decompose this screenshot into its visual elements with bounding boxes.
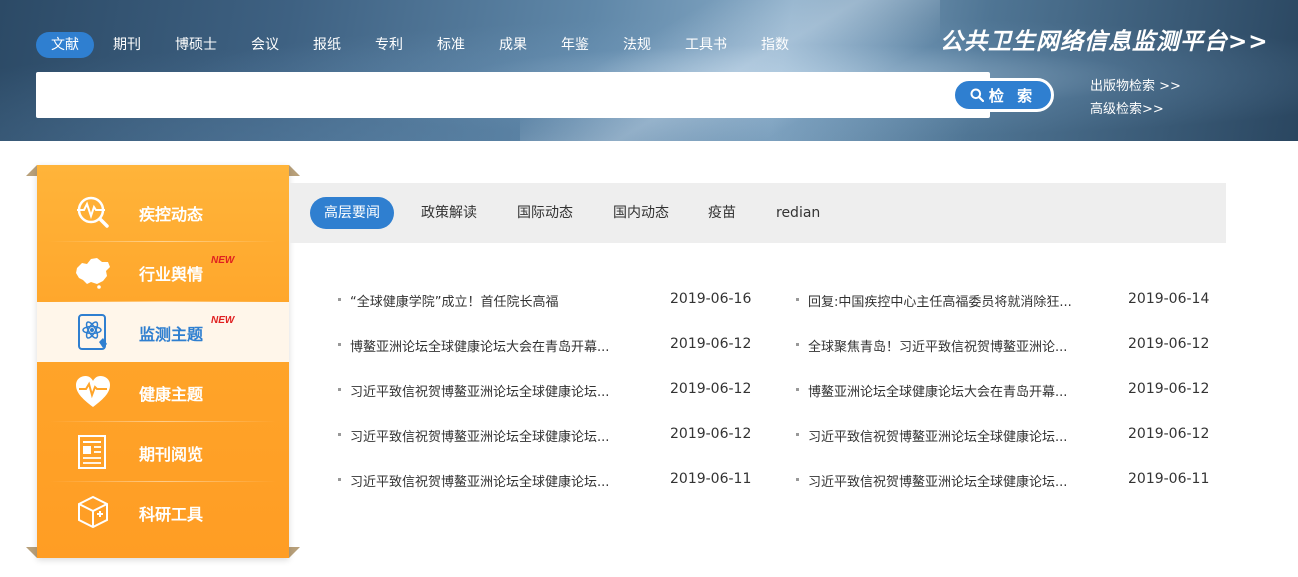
magnifier-heartbeat-icon (77, 196, 109, 228)
nav-item-wenxian[interactable]: 文献 (36, 32, 94, 58)
nav-item-biaozhun[interactable]: 标准 (422, 32, 480, 58)
news-title-link[interactable]: 博鳌亚洲论坛全球健康论坛大会在青岛开幕... (350, 336, 609, 355)
news-title-link[interactable]: 习近平致信祝贺博鳌亚洲论坛全球健康论坛... (350, 471, 609, 490)
medical-box-icon (78, 495, 108, 529)
platform-title-link[interactable]: 公共卫生网络信息监测平台>> (940, 22, 1269, 56)
search-button[interactable]: 检 索 (952, 78, 1054, 112)
sidebar-item-jiankang[interactable]: 健康主题 (37, 362, 289, 422)
sidebar-menu: 疾控动态 行业舆情 NEW 监测主题 NEW 健康主题 期刊阅览 科研工具 (37, 165, 289, 558)
sidebar-fold-corner (26, 165, 37, 176)
search-box (36, 72, 990, 118)
nav-item-baozhi[interactable]: 报纸 (298, 32, 356, 58)
database-nav: 文献 期刊 博硕士 会议 报纸 专利 标准 成果 年鉴 法规 工具书 指数 (36, 32, 808, 58)
news-title-link[interactable]: 全球聚焦青岛！习近平致信祝贺博鳌亚洲论... (808, 336, 1067, 355)
bullet (338, 388, 341, 391)
bullet (796, 343, 799, 346)
news-title-link[interactable]: 习近平致信祝贺博鳌亚洲论坛全球健康论坛... (350, 381, 609, 400)
news-date: 2019-06-12 (670, 426, 752, 442)
tab-guonei[interactable]: 国内动态 (599, 197, 683, 229)
news-date: 2019-06-12 (1128, 381, 1210, 397)
bullet (338, 343, 341, 346)
heart-pulse-icon (76, 376, 110, 407)
list-item: 博鳌亚洲论坛全球健康论坛大会在青岛开幕... 2019-06-12 (338, 323, 778, 368)
news-title-link[interactable]: 习近平致信祝贺博鳌亚洲论坛全球健康论坛... (350, 426, 609, 445)
news-title-link[interactable]: 博鳌亚洲论坛全球健康论坛大会在青岛开幕... (808, 381, 1067, 400)
sidebar-container: 疾控动态 行业舆情 NEW 监测主题 NEW 健康主题 期刊阅览 科研工具 (26, 165, 300, 558)
sidebar-item-keyan[interactable]: 科研工具 (37, 482, 289, 542)
tab-gaoceng[interactable]: 高层要闻 (310, 197, 394, 229)
sidebar-fold-corner (26, 547, 37, 558)
bullet (796, 478, 799, 481)
nav-item-nianjian[interactable]: 年鉴 (546, 32, 604, 58)
list-item: 回复:中国疾控中心主任高福委员将就消除狂... 2019-06-14 (796, 278, 1236, 323)
sidebar-fold-corner (289, 165, 300, 176)
news-title-link[interactable]: “全球健康学院”成立！首任院长高福 (350, 291, 558, 310)
nav-item-fagui[interactable]: 法规 (608, 32, 666, 58)
header-banner: 文献 期刊 博硕士 会议 报纸 专利 标准 成果 年鉴 法规 工具书 指数 公共… (0, 0, 1298, 141)
sidebar-item-qikan[interactable]: 期刊阅览 (37, 422, 289, 482)
news-date: 2019-06-12 (1128, 336, 1210, 352)
list-item: 博鳌亚洲论坛全球健康论坛大会在青岛开幕... 2019-06-12 (796, 368, 1236, 413)
list-item: 习近平致信祝贺博鳌亚洲论坛全球健康论坛... 2019-06-12 (796, 413, 1236, 458)
banner-light-streak (520, 0, 940, 141)
advanced-search-link[interactable]: 高级检索>> (1090, 98, 1164, 117)
sidebar-item-label: 健康主题 (139, 385, 204, 404)
news-title-link[interactable]: 回复:中国疾控中心主任高福委员将就消除狂... (808, 291, 1072, 310)
news-date: 2019-06-12 (670, 336, 752, 352)
new-badge: NEW (211, 315, 235, 326)
list-item: 习近平致信祝贺博鳌亚洲论坛全球健康论坛... 2019-06-11 (796, 458, 1236, 503)
nav-item-chengguo[interactable]: 成果 (484, 32, 542, 58)
tab-guoji[interactable]: 国际动态 (503, 197, 587, 229)
bullet (796, 298, 799, 301)
sidebar-item-yuqing[interactable]: 行业舆情 NEW (37, 242, 289, 302)
tab-redian[interactable]: redian (762, 197, 834, 229)
search-input[interactable] (36, 72, 946, 118)
news-date: 2019-06-14 (1128, 291, 1210, 307)
bullet (796, 433, 799, 436)
news-date: 2019-06-11 (670, 471, 752, 487)
list-item: 习近平致信祝贺博鳌亚洲论坛全球健康论坛... 2019-06-12 (338, 368, 778, 413)
china-map-icon (76, 258, 110, 289)
sidebar-item-label: 疾控动态 (139, 205, 204, 224)
sidebar-item-jikong[interactable]: 疾控动态 (37, 182, 289, 242)
list-item: 习近平致信祝贺博鳌亚洲论坛全球健康论坛... 2019-06-12 (338, 413, 778, 458)
tab-zhengce[interactable]: 政策解读 (407, 197, 491, 229)
nav-item-huiyi[interactable]: 会议 (236, 32, 294, 58)
bullet (796, 388, 799, 391)
sidebar-fold-corner (289, 547, 300, 558)
sidebar-item-jiance[interactable]: 监测主题 NEW (37, 302, 289, 362)
sidebar-item-label: 监测主题 (139, 325, 204, 344)
nav-item-qikan[interactable]: 期刊 (98, 32, 156, 58)
news-title-link[interactable]: 习近平致信祝贺博鳌亚洲论坛全球健康论坛... (808, 471, 1067, 490)
list-item: “全球健康学院”成立！首任院长高福 2019-06-16 (338, 278, 778, 323)
news-date: 2019-06-11 (1128, 471, 1210, 487)
nav-item-boshuoshi[interactable]: 博硕士 (160, 32, 232, 58)
sidebar-item-label: 期刊阅览 (139, 445, 204, 464)
news-title-link[interactable]: 习近平致信祝贺博鳌亚洲论坛全球健康论坛... (808, 426, 1067, 445)
sidebar-item-label: 行业舆情 (139, 265, 204, 284)
bullet (338, 478, 341, 481)
nav-item-gongjushu[interactable]: 工具书 (670, 32, 742, 58)
news-tab-bar: 高层要闻 政策解读 国际动态 国内动态 疫苗 redian (290, 183, 1226, 243)
news-date: 2019-06-12 (670, 381, 752, 397)
nav-item-zhuanli[interactable]: 专利 (360, 32, 418, 58)
bullet (338, 433, 341, 436)
sidebar-item-label: 科研工具 (139, 505, 204, 524)
list-item: 习近平致信祝贺博鳌亚洲论坛全球健康论坛... 2019-06-11 (338, 458, 778, 503)
new-badge: NEW (211, 255, 235, 266)
bullet (338, 298, 341, 301)
list-item: 全球聚焦青岛！习近平致信祝贺博鳌亚洲论... 2019-06-12 (796, 323, 1236, 368)
search-icon (970, 88, 984, 102)
newspaper-icon (78, 435, 106, 469)
news-date: 2019-06-16 (670, 291, 752, 307)
publication-search-link[interactable]: 出版物检索 >> (1090, 75, 1181, 94)
tab-yimiao[interactable]: 疫苗 (694, 197, 750, 229)
tablet-atom-icon (78, 314, 107, 350)
news-date: 2019-06-12 (1128, 426, 1210, 442)
nav-item-zhishu[interactable]: 指数 (746, 32, 804, 58)
search-button-label: 检 索 (988, 86, 1037, 105)
